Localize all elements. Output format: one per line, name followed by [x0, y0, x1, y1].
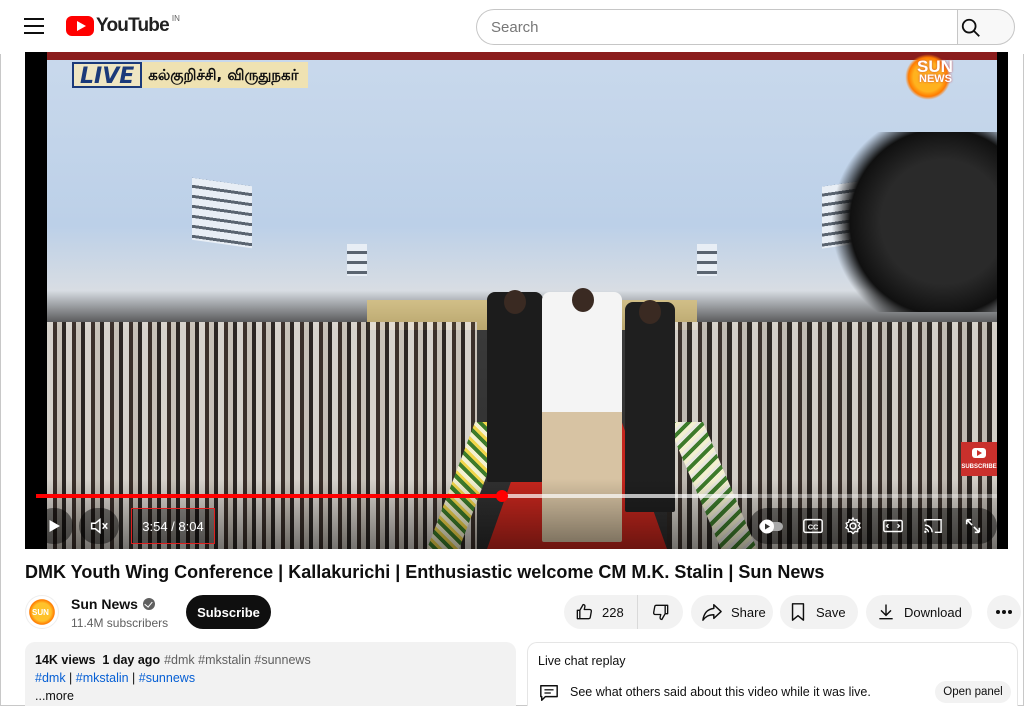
logo-text: YouTube [96, 15, 170, 36]
inline-hashtags: #dmk #mkstalin #sunnews [164, 653, 311, 667]
save-label: Save [816, 604, 846, 620]
theater-mode-icon [883, 519, 903, 533]
thumbs-down-icon [652, 604, 668, 621]
dislike-button[interactable] [638, 595, 683, 629]
floodlight [697, 244, 717, 276]
captions-button[interactable]: CC [795, 508, 831, 544]
chat-title: Live chat replay [538, 654, 626, 668]
thumbs-up-icon [576, 603, 593, 620]
svg-text:CC: CC [808, 523, 819, 532]
video-frame[interactable]: LIVE கல்குறிச்சி, விருதுநகர் SUN NEWS SU… [47, 52, 997, 549]
subscribe-button[interactable]: Subscribe [186, 595, 271, 629]
country-code: IN [171, 13, 180, 23]
description-box[interactable]: 14K views 1 day ago #dmk #mkstalin #sunne… [25, 642, 516, 706]
download-icon [879, 604, 893, 620]
settings-gear-icon [844, 516, 862, 535]
view-count: 14K views [35, 653, 96, 667]
live-location: கல்குறிச்சி, விருதுநகர் [142, 62, 309, 88]
top-header: YouTube IN [0, 0, 1024, 54]
cast-icon [924, 518, 942, 534]
person-left [487, 292, 543, 482]
search-box [476, 9, 958, 45]
share-button[interactable]: Share [691, 595, 773, 629]
video-title: DMK Youth Wing Conference | Kallakurichi… [25, 562, 825, 582]
video-top-banner [47, 52, 997, 60]
right-controls: CC [749, 508, 997, 544]
progress-scrubber-handle[interactable] [496, 490, 509, 502]
play-icon [49, 520, 60, 532]
show-more-link[interactable]: ...more [35, 689, 506, 703]
download-button[interactable]: Download [866, 595, 972, 629]
time-text: 3:54 / 8:04 [142, 518, 204, 534]
settings-button[interactable] [835, 508, 871, 544]
youtube-play-icon [66, 16, 94, 36]
mute-button[interactable] [79, 508, 119, 544]
live-chat-panel: Live chat replay See what others said ab… [527, 642, 1018, 706]
search-button[interactable] [957, 9, 1015, 45]
channel-avatar[interactable]: SUN [25, 595, 59, 629]
hashtag-link[interactable]: #mkstalin [76, 671, 129, 685]
chat-bubble-icon [540, 685, 558, 701]
like-count: 228 [602, 604, 624, 620]
chat-description: See what others said about this video wh… [570, 685, 871, 699]
description-meta: 14K views 1 day ago #dmk #mkstalin #sunne… [35, 653, 506, 667]
more-actions-button[interactable] [987, 595, 1021, 629]
open-panel-button[interactable]: Open panel [935, 681, 1011, 703]
captions-icon: CC [803, 518, 823, 534]
save-button[interactable]: Save [780, 595, 858, 629]
more-horizontal-icon [996, 610, 1012, 614]
person-head [639, 300, 661, 324]
channel-name-link[interactable]: Sun News [71, 596, 155, 612]
muted-volume-icon [90, 518, 108, 534]
like-dislike-group: 228 [564, 595, 683, 629]
watermark-subtext: NEWS [919, 73, 952, 85]
play-button[interactable] [35, 508, 73, 544]
video-player[interactable]: LIVE கல்குறிச்சி, விருதுநகர் SUN NEWS SU… [25, 52, 1008, 549]
camera-foreground [817, 132, 997, 312]
verified-check-icon [142, 598, 155, 610]
floodlight [192, 177, 252, 249]
floodlight [347, 244, 367, 276]
fullscreen-icon [965, 518, 981, 534]
person-head [504, 290, 526, 314]
watermark-text: SUN [917, 57, 953, 76]
hashtag-link[interactable]: #dmk [35, 671, 66, 685]
hashtag-links: #dmk | #mkstalin | #sunnews [35, 671, 196, 685]
person-head [572, 288, 594, 312]
avatar-text: SUN [32, 608, 49, 617]
search-input[interactable] [491, 10, 931, 44]
cast-button[interactable] [915, 508, 951, 544]
fullscreen-button[interactable] [955, 508, 991, 544]
youtube-logo[interactable]: YouTube IN [66, 14, 180, 38]
search-icon [961, 18, 980, 37]
hamburger-menu-icon[interactable] [24, 18, 44, 34]
download-label: Download [904, 604, 962, 620]
share-label: Share [731, 604, 766, 620]
progress-bar[interactable] [36, 490, 997, 502]
bookmark-icon [791, 603, 805, 621]
subscriber-count: 11.4M subscribers [71, 616, 169, 630]
autoplay-toggle[interactable] [755, 508, 791, 544]
time-display: 3:54 / 8:04 [131, 508, 215, 544]
subscribe-badge[interactable]: SUBSCRIBE [961, 442, 997, 476]
upload-age: 1 day ago [102, 653, 161, 667]
sun-news-watermark: SUN NEWS [897, 52, 969, 102]
progress-played [36, 494, 503, 498]
theater-mode-button[interactable] [875, 508, 911, 544]
channel-name: Sun News [71, 596, 138, 612]
live-tag: LIVE [72, 62, 143, 89]
share-arrow-icon [702, 604, 722, 621]
hashtag-link[interactable]: #sunnews [139, 671, 195, 685]
autoplay-toggle-icon [759, 519, 783, 534]
like-button[interactable]: 228 [564, 595, 638, 629]
live-overlay: LIVE கல்குறிச்சி, விருதுநகர் [72, 62, 309, 89]
